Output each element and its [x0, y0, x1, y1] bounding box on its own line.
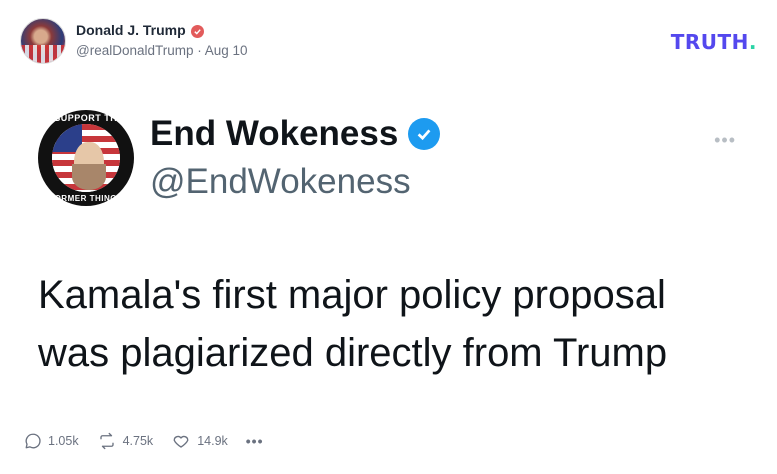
retruth-button[interactable]: 4.75k — [97, 432, 154, 450]
ellipsis-icon: ••• — [714, 130, 736, 150]
like-count: 14.9k — [197, 434, 228, 448]
reply-count: 1.05k — [48, 434, 79, 448]
retruth-count: 4.75k — [122, 434, 154, 448]
tweet-author: End Wokeness @EndWokeness — [150, 114, 441, 202]
author-info: Donald J. Trump @realDonaldTrump · Aug 1… — [76, 22, 248, 59]
avatar-ring-text-bottom: FORMER THINGS — [49, 194, 123, 203]
embedded-tweet-image[interactable]: I SUPPORT THE FORMER THINGS End Wokeness… — [38, 110, 748, 382]
post-header: Donald J. Trump @realDonaldTrump · Aug 1… — [20, 18, 248, 64]
meta-separator: · — [197, 42, 202, 58]
tweet-text: Kamala's first major policy proposal was… — [38, 273, 668, 375]
like-button[interactable]: 14.9k — [171, 432, 228, 450]
tweet-author-name-row: End Wokeness — [150, 114, 441, 154]
post-actions: 1.05k 4.75k 14.9k ••• — [24, 432, 282, 450]
avatar-ring-text-top: I SUPPORT THE — [48, 113, 124, 123]
tweet-verified-icon — [408, 118, 441, 150]
truth-logo[interactable]: TRUTH. — [671, 30, 757, 54]
tweet-author-name: End Wokeness — [150, 114, 399, 153]
author-name[interactable]: Donald J. Trump — [76, 22, 186, 40]
tweet-author-handle: @EndWokeness — [150, 162, 411, 201]
author-avatar[interactable] — [20, 18, 66, 64]
tweet-header: I SUPPORT THE FORMER THINGS End Wokeness… — [38, 110, 748, 206]
reply-icon — [25, 433, 41, 449]
tweet-avatar: I SUPPORT THE FORMER THINGS — [38, 110, 134, 206]
more-options-button[interactable]: ••• — [246, 433, 264, 449]
author-handle[interactable]: @realDonaldTrump — [76, 43, 194, 58]
more-icon: ••• — [245, 433, 264, 449]
reply-button[interactable]: 1.05k — [24, 432, 79, 450]
heart-icon — [173, 435, 189, 448]
post-date[interactable]: Aug 10 — [205, 43, 248, 58]
verified-badge-icon — [190, 24, 204, 38]
author-meta: @realDonaldTrump · Aug 10 — [76, 43, 248, 60]
author-name-row: Donald J. Trump — [76, 22, 248, 40]
retruth-icon — [99, 432, 114, 450]
